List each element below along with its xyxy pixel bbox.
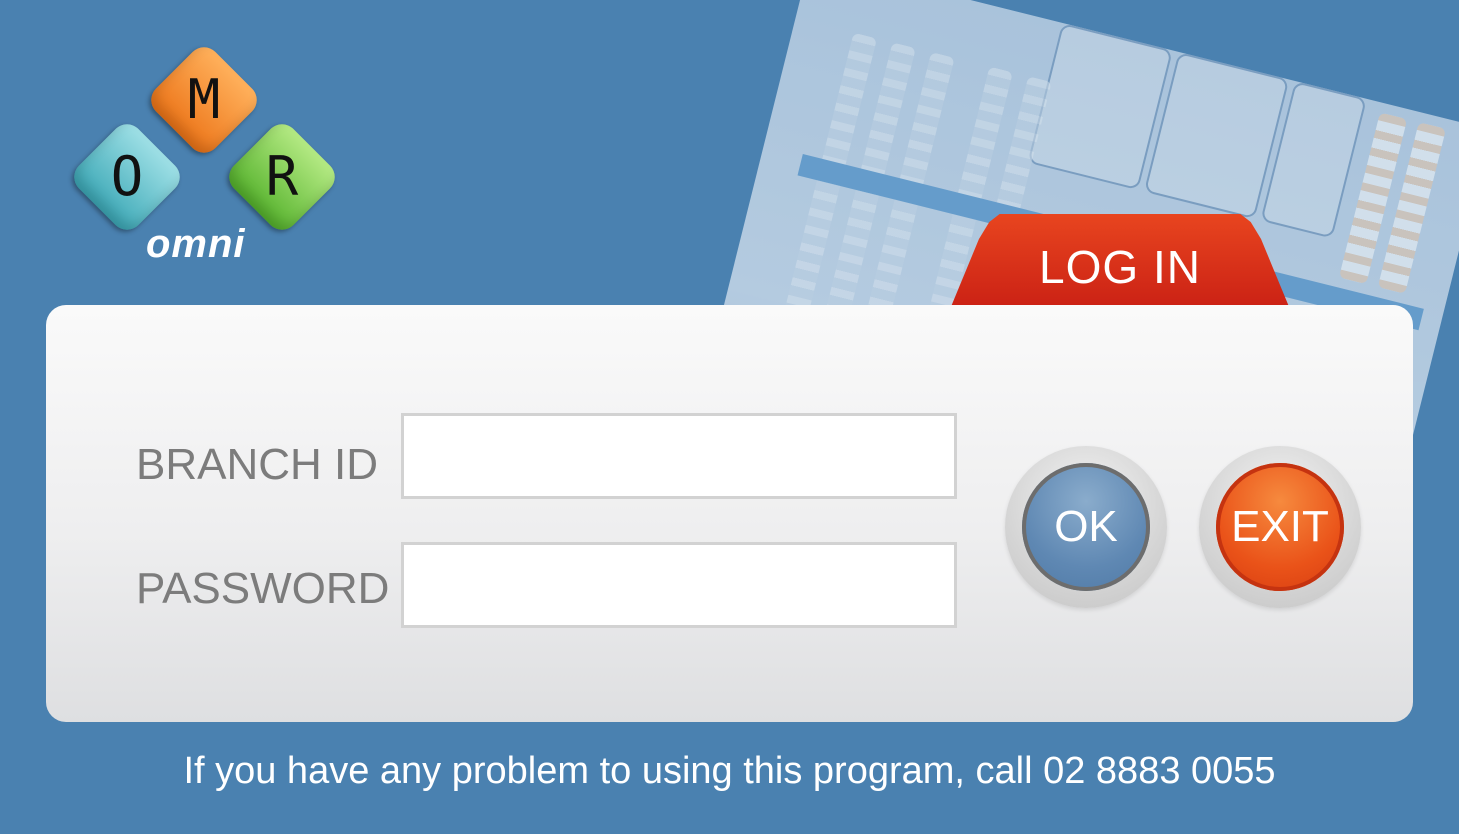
branch-id-label: BRANCH ID [136,440,379,489]
exit-button[interactable]: EXIT [1216,463,1344,591]
logo-letter-m: M [187,68,221,131]
logo-letter-r: R [265,145,299,208]
support-footer: If you have any problem to using this pr… [183,750,1276,792]
ok-button[interactable]: OK [1022,463,1150,591]
omr-omni-logo: O M R omni [62,38,352,278]
logo-letter-o: O [110,145,144,208]
logo-subtitle: omni [146,222,246,266]
login-title: LOG IN [1039,241,1201,293]
branch-id-input[interactable] [401,413,957,499]
password-label: PASSWORD [136,564,390,613]
password-input[interactable] [401,542,957,628]
